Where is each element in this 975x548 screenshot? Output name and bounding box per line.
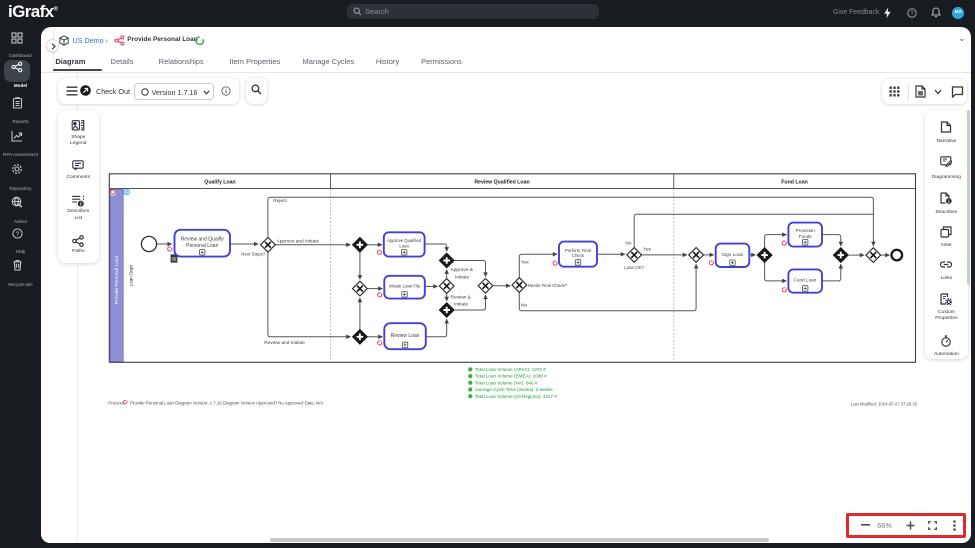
svg-text:Yes: Yes [521, 260, 529, 266]
svg-text:Qualify Loan: Qualify Loan [204, 179, 235, 185]
svg-text:Initiate: Initiate [454, 301, 468, 307]
svg-text:Fund Loan: Fund Loan [781, 179, 808, 185]
svg-text:Total Loan Volume (NA): 846 #: Total Loan Volume (NA): 846 # [475, 380, 538, 385]
svg-text:Loan Dept: Loan Dept [129, 264, 134, 286]
svg-text:No: No [625, 241, 631, 247]
svg-text:Provision: Provision [796, 228, 816, 233]
svg-text:Personal Loan: Personal Loan [186, 243, 218, 249]
svg-text:Loan OK?: Loan OK? [624, 265, 644, 270]
svg-text:Check: Check [572, 253, 585, 258]
svg-text:Funds: Funds [799, 234, 813, 239]
svg-text:Total Loan Volume (APAC): 1372: Total Loan Volume (APAC): 1372 # [475, 367, 546, 372]
svg-text:Needs Final Check?: Needs Final Check? [528, 283, 568, 288]
svg-text:Provide Personal Loan Diagram: Provide Personal Loan Diagram Version: 1… [130, 400, 324, 405]
svg-text:Perform Final: Perform Final [565, 248, 591, 253]
svg-text:Approve and Initiate: Approve and Initiate [277, 239, 320, 245]
svg-text:Review Qualified Loan: Review Qualified Loan [474, 179, 529, 185]
svg-text:Yes: Yes [643, 247, 651, 253]
svg-text:Sign Loan: Sign Loan [722, 252, 744, 258]
svg-text:Initiate: Initiate [455, 274, 469, 280]
svg-text:Initiate Loan File: Initiate Loan File [389, 284, 421, 289]
svg-text:No: No [521, 303, 527, 309]
svg-text:Review &: Review & [451, 294, 472, 300]
svg-text:Total Loan Volume (All Regions: Total Loan Volume (All Regions): 3317 # [475, 394, 557, 399]
svg-text:Review and Qualify: Review and Qualify [181, 237, 225, 243]
svg-text:Approve &: Approve & [451, 267, 474, 273]
svg-text:Process:: Process: [108, 400, 125, 405]
svg-text:Review Loan: Review Loan [391, 333, 420, 339]
svg-text:Approve Qualified: Approve Qualified [387, 238, 422, 243]
svg-text:Loan: Loan [399, 243, 409, 248]
svg-text:Last Modified: 2024-05-07 07:2: Last Modified: 2024-05-07 07:26:29 [851, 402, 918, 407]
svg-text:Review and Initiate: Review and Initiate [264, 340, 305, 346]
svg-text:Fund Loan: Fund Loan [794, 277, 817, 282]
svg-text:Average Cycle Time (weeks): 2: Average Cycle Time (weeks): 2 weeks [475, 387, 553, 392]
svg-text:Reject: Reject [273, 198, 287, 204]
svg-text:Provide Personal Loan: Provide Personal Loan [114, 255, 120, 304]
svg-text:Total Loan Volume (EMEA): 1099: Total Loan Volume (EMEA): 1099 # [475, 374, 547, 379]
svg-text:Next Steps?: Next Steps? [241, 251, 265, 256]
